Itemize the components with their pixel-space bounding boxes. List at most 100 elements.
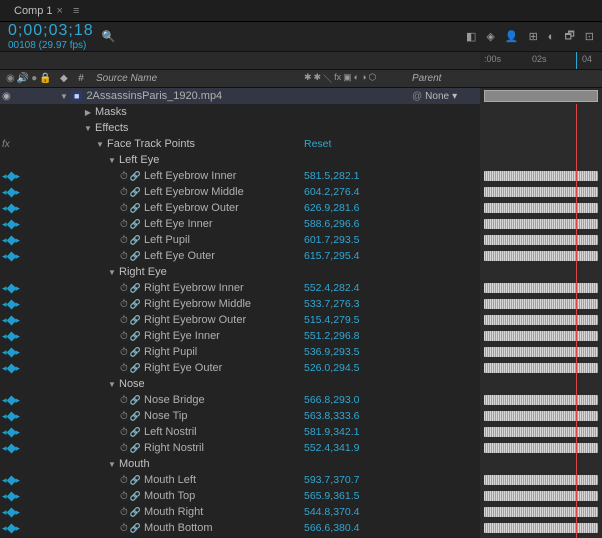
- close-icon[interactable]: ×: [57, 5, 63, 17]
- keyframe-diamond-icon[interactable]: [6, 395, 16, 405]
- link-icon[interactable]: 🔗: [130, 283, 141, 294]
- link-icon[interactable]: 🔗: [130, 203, 141, 214]
- time-ruler[interactable]: :00s 02s 04: [480, 52, 602, 69]
- link-icon[interactable]: 🔗: [130, 171, 141, 182]
- frame-blend-icon[interactable]: ⊞: [529, 30, 538, 43]
- quality-icon[interactable]: ＼: [323, 72, 332, 85]
- current-time[interactable]: 0;00;03;18: [8, 22, 94, 40]
- motion-blur-icon[interactable]: ◐: [548, 31, 555, 43]
- keyframe-diamond-icon[interactable]: [6, 443, 16, 453]
- link-icon[interactable]: 🔗: [130, 363, 141, 374]
- keyframe-diamond-icon[interactable]: [6, 315, 16, 325]
- label-col-icon[interactable]: ◆: [60, 73, 72, 84]
- video-col-icon[interactable]: ◉: [6, 73, 15, 84]
- keyframe-track[interactable]: [484, 363, 598, 373]
- keyframe-track[interactable]: [484, 187, 598, 197]
- link-icon[interactable]: 🔗: [130, 411, 141, 422]
- keyframe-diamond-icon[interactable]: [6, 251, 16, 261]
- link-icon[interactable]: 🔗: [130, 347, 141, 358]
- solo-col-icon[interactable]: ●: [31, 73, 37, 84]
- fx-icon[interactable]: fx: [334, 72, 341, 85]
- stopwatch-icon[interactable]: ⏱: [120, 443, 128, 454]
- keyframe-diamond-icon[interactable]: [6, 475, 16, 485]
- hide-shy-icon[interactable]: 👤: [505, 30, 519, 43]
- keyframe-diamond-icon[interactable]: [6, 363, 16, 373]
- property-value[interactable]: 565.9,361.5: [304, 490, 412, 502]
- comp-tab[interactable]: Comp 1 ×: [6, 2, 71, 20]
- search-icon[interactable]: 🔍: [102, 30, 116, 43]
- keyframe-diamond-icon[interactable]: [6, 427, 16, 437]
- twirl-icon[interactable]: ▼: [108, 156, 116, 165]
- stopwatch-icon[interactable]: ⏱: [120, 395, 128, 406]
- keyframe-track[interactable]: [484, 315, 598, 325]
- keyframe-track[interactable]: [484, 411, 598, 421]
- keyframe-diamond-icon[interactable]: [6, 235, 16, 245]
- property-value[interactable]: 563.8,333.6: [304, 410, 412, 422]
- keyframe-diamond-icon[interactable]: [6, 187, 16, 197]
- link-icon[interactable]: 🔗: [130, 443, 141, 454]
- parent-dropdown[interactable]: @None▾: [412, 91, 480, 102]
- frameblend-icon[interactable]: ▣: [343, 72, 352, 85]
- 3d-icon[interactable]: ⬡: [369, 72, 377, 85]
- link-icon[interactable]: 🔗: [130, 331, 141, 342]
- property-value[interactable]: 615.7,295.4: [304, 250, 412, 262]
- property-value[interactable]: 544.8,370.4: [304, 506, 412, 518]
- property-value[interactable]: 601.7,293.5: [304, 234, 412, 246]
- link-icon[interactable]: 🔗: [130, 315, 141, 326]
- collapse-icon[interactable]: ✱: [314, 72, 322, 85]
- property-value[interactable]: 526.0,294.5: [304, 362, 412, 374]
- property-value[interactable]: 581.5,282.1: [304, 170, 412, 182]
- property-value[interactable]: 551.2,296.8: [304, 330, 412, 342]
- keyframe-track[interactable]: [484, 251, 598, 261]
- twirl-icon[interactable]: ▼: [96, 140, 104, 149]
- property-value[interactable]: Reset: [304, 138, 412, 150]
- link-icon[interactable]: 🔗: [130, 235, 141, 246]
- stopwatch-icon[interactable]: ⏱: [120, 283, 128, 294]
- link-icon[interactable]: 🔗: [130, 187, 141, 198]
- keyframe-track[interactable]: [484, 491, 598, 501]
- property-value[interactable]: 566.8,293.0: [304, 394, 412, 406]
- keyframe-diamond-icon[interactable]: [6, 347, 16, 357]
- moblur-icon[interactable]: ◐: [354, 72, 359, 85]
- twirl-icon[interactable]: ▼: [108, 460, 116, 469]
- property-value[interactable]: 552.4,282.4: [304, 282, 412, 294]
- link-icon[interactable]: 🔗: [130, 251, 141, 262]
- property-value[interactable]: 593.7,370.7: [304, 474, 412, 486]
- keyframe-diamond-icon[interactable]: [6, 299, 16, 309]
- property-value[interactable]: 515.4,279.5: [304, 314, 412, 326]
- keyframe-track[interactable]: [484, 395, 598, 405]
- link-icon[interactable]: 🔗: [130, 507, 141, 518]
- layer-color-label[interactable]: ■: [71, 91, 82, 101]
- link-icon[interactable]: 🔗: [130, 475, 141, 486]
- keyframe-diamond-icon[interactable]: [6, 171, 16, 181]
- stopwatch-icon[interactable]: ⏱: [120, 411, 128, 422]
- link-icon[interactable]: 🔗: [130, 219, 141, 230]
- property-value[interactable]: 626.9,281.6: [304, 202, 412, 214]
- stopwatch-icon[interactable]: ⏱: [120, 523, 128, 534]
- stopwatch-icon[interactable]: ⏱: [120, 219, 128, 230]
- keyframe-track[interactable]: [484, 299, 598, 309]
- draft-3d-icon[interactable]: ◈: [486, 30, 494, 43]
- source-header[interactable]: Source Name: [90, 73, 304, 84]
- layer-bar[interactable]: [484, 90, 598, 102]
- property-value[interactable]: 604.2,276.4: [304, 186, 412, 198]
- property-value[interactable]: 566.6,380.4: [304, 522, 412, 534]
- keyframe-diamond-icon[interactable]: [6, 523, 16, 533]
- brain-icon[interactable]: ⊡: [585, 30, 594, 43]
- property-value[interactable]: 552.4,341.9: [304, 442, 412, 454]
- stopwatch-icon[interactable]: ⏱: [120, 331, 128, 342]
- layer-name[interactable]: 2AssassinsParis_1920.mp4: [86, 90, 222, 102]
- twirl-icon[interactable]: ▼: [108, 268, 116, 277]
- keyframe-diamond-icon[interactable]: [6, 283, 16, 293]
- keyframe-diamond-icon[interactable]: [6, 331, 16, 341]
- audio-col-icon[interactable]: 🔊: [17, 73, 29, 84]
- keyframe-diamond-icon[interactable]: [6, 507, 16, 517]
- property-value[interactable]: 536.9,293.5: [304, 346, 412, 358]
- keyframe-track[interactable]: [484, 475, 598, 485]
- stopwatch-icon[interactable]: ⏱: [120, 171, 128, 182]
- stopwatch-icon[interactable]: ⏱: [120, 491, 128, 502]
- property-value[interactable]: 581.9,342.1: [304, 426, 412, 438]
- stopwatch-icon[interactable]: ⏱: [120, 427, 128, 438]
- keyframe-track[interactable]: [484, 235, 598, 245]
- panel-menu-icon[interactable]: ≡: [73, 5, 79, 17]
